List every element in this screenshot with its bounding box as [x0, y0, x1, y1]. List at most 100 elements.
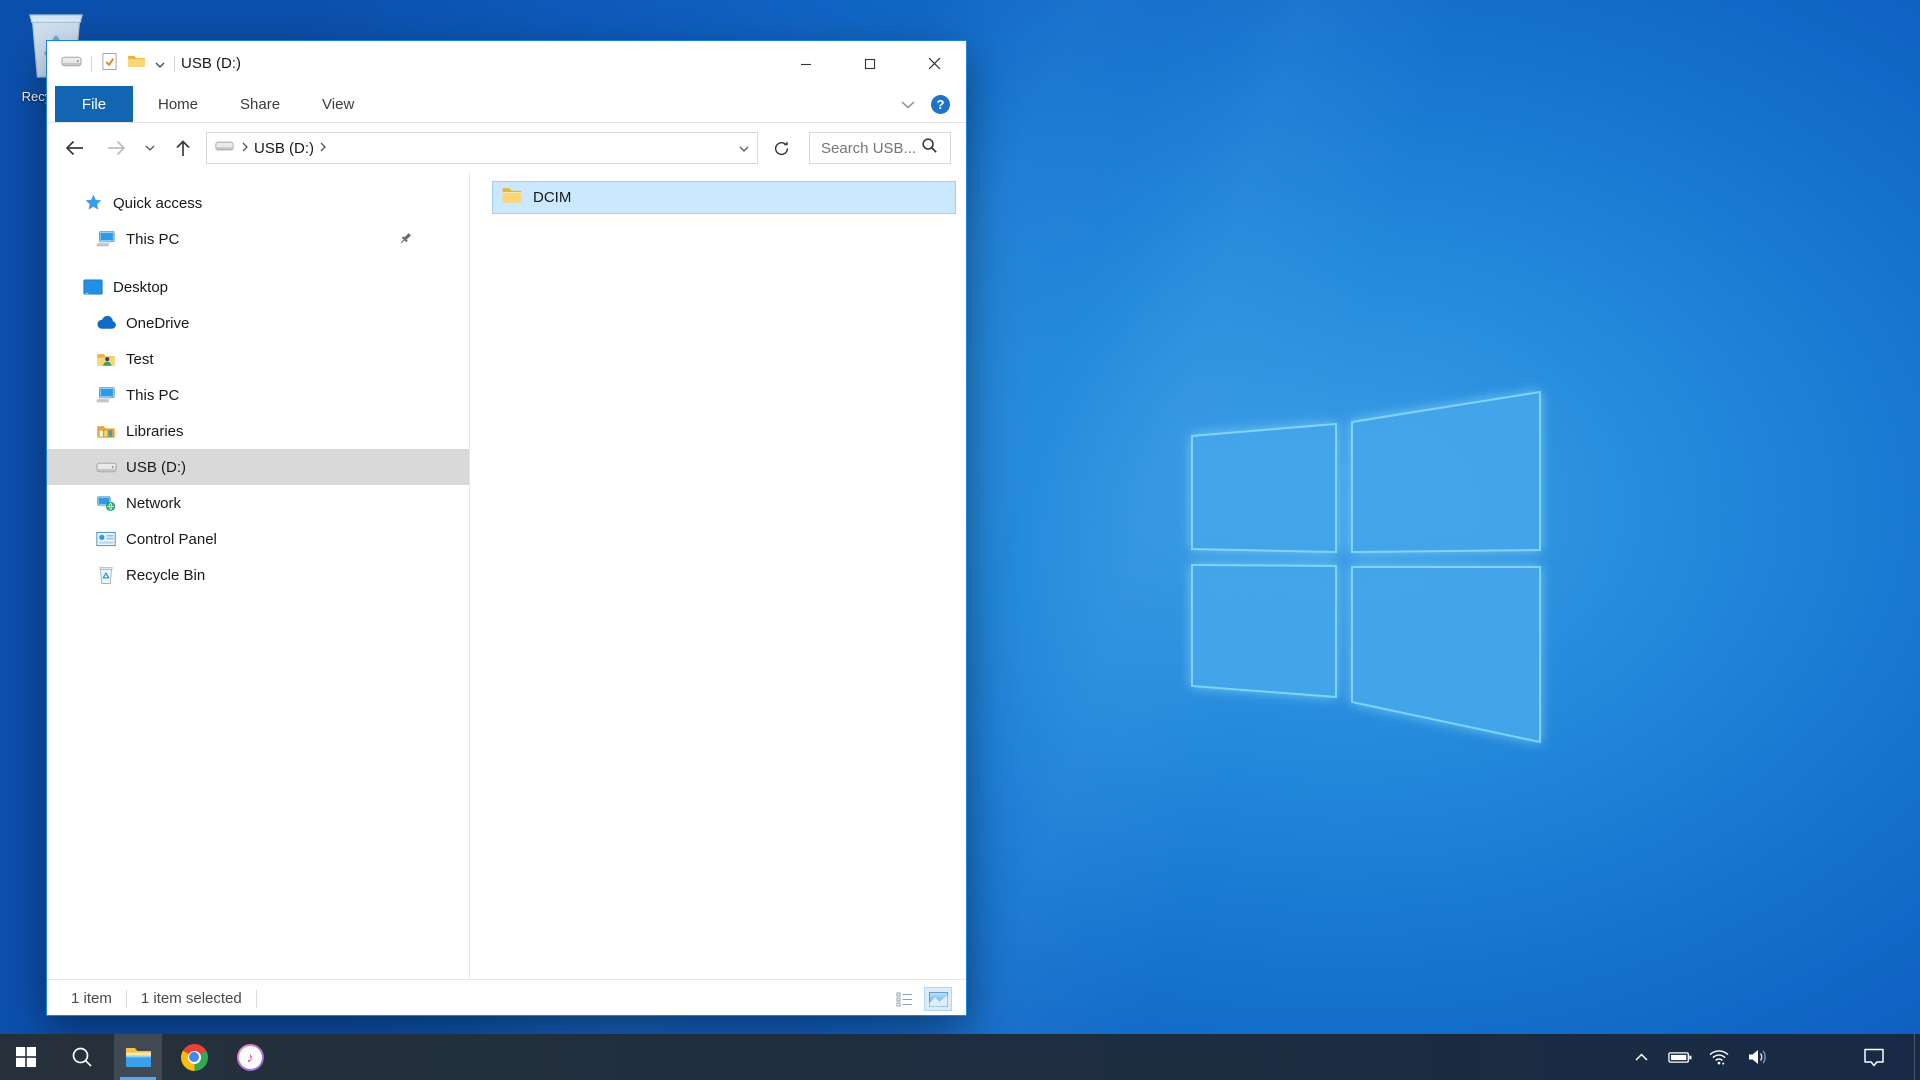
folder-icon — [501, 186, 523, 209]
tab-view[interactable]: View — [305, 86, 371, 122]
sidebar-item-this-pc-pinned[interactable]: This PC — [47, 221, 469, 257]
this-pc-icon — [94, 230, 118, 248]
sidebar-item-test-user-folder[interactable]: Test — [47, 341, 469, 377]
search-box[interactable] — [809, 132, 951, 164]
details-view-button[interactable] — [890, 987, 918, 1011]
close-button[interactable] — [902, 41, 966, 86]
maximize-button[interactable] — [838, 41, 902, 86]
forward-button[interactable] — [103, 139, 129, 157]
sidebar-item-recycle-bin[interactable]: Recycle Bin — [47, 557, 469, 593]
action-center-button[interactable] — [1852, 1034, 1896, 1080]
refresh-button[interactable] — [765, 132, 797, 164]
sidebar-item-label: Test — [126, 351, 154, 368]
file-item-dcim[interactable]: DCIM — [492, 181, 956, 214]
help-button[interactable]: ? — [931, 95, 950, 114]
taskbar-search-button[interactable] — [58, 1034, 106, 1080]
toolbar-separator — [174, 56, 175, 72]
volume-icon[interactable] — [1746, 1034, 1770, 1080]
sidebar-item-desktop[interactable]: Desktop — [47, 269, 469, 305]
sidebar-item-label: This PC — [126, 231, 179, 248]
status-divider — [256, 990, 257, 1008]
itunes-icon: ♪ — [237, 1044, 264, 1071]
usb-drive-icon — [215, 139, 234, 157]
sidebar-item-network[interactable]: Network — [47, 485, 469, 521]
sidebar-item-label: Desktop — [113, 279, 168, 296]
user-folder-icon — [94, 351, 118, 368]
sidebar-item-this-pc[interactable]: This PC — [47, 377, 469, 413]
navigation-bar: USB (D:) — [47, 123, 966, 173]
sidebar-item-label: Recycle Bin — [126, 567, 205, 584]
sidebar-item-usb-drive[interactable]: USB (D:) — [47, 449, 469, 485]
libraries-icon — [94, 423, 118, 440]
selection-count: 1 item selected — [141, 990, 242, 1007]
action-center-icon — [1863, 1048, 1885, 1067]
minimize-button[interactable] — [774, 41, 838, 86]
recent-locations-dropdown[interactable] — [141, 145, 159, 151]
recycle-bin-icon — [94, 566, 118, 585]
expand-ribbon-chevron-icon[interactable] — [901, 96, 915, 114]
status-bar: 1 item 1 item selected — [47, 979, 966, 1017]
sidebar-group-spacer — [47, 257, 469, 269]
title-bar[interactable]: USB (D:) — [47, 41, 966, 86]
sidebar-item-label: OneDrive — [126, 315, 189, 332]
file-explorer-icon — [125, 1046, 152, 1068]
breadcrumb-chevron-icon[interactable] — [242, 139, 248, 157]
desktop-icon — [81, 279, 105, 295]
chrome-icon — [181, 1044, 208, 1071]
search-input[interactable] — [819, 139, 919, 158]
hidden-icons-chevron[interactable] — [1629, 1034, 1653, 1080]
breadcrumb-segment-usb[interactable]: USB (D:) — [254, 140, 314, 157]
sidebar-item-control-panel[interactable]: Control Panel — [47, 521, 469, 557]
sidebar-item-onedrive[interactable]: OneDrive — [47, 305, 469, 341]
navigation-pane: Quick access This PC Desktop — [47, 173, 470, 979]
onedrive-cloud-icon — [94, 316, 118, 330]
ribbon-tab-bar: File Home Share View ? — [47, 86, 966, 123]
sidebar-item-label: This PC — [126, 387, 179, 404]
start-button[interactable] — [2, 1034, 50, 1080]
usb-drive-icon — [61, 55, 82, 73]
tab-share[interactable]: Share — [223, 86, 297, 122]
tab-file[interactable]: File — [55, 86, 133, 122]
status-divider — [126, 990, 127, 1008]
sidebar-item-label: Quick access — [113, 195, 202, 212]
large-icons-view-button[interactable] — [924, 987, 952, 1011]
window-title: USB (D:) — [181, 55, 241, 72]
pin-icon — [398, 231, 413, 251]
sidebar-item-label: Control Panel — [126, 531, 217, 548]
toolbar-separator — [91, 56, 92, 72]
sidebar-item-label: Network — [126, 495, 181, 512]
show-desktop-button[interactable] — [1914, 1034, 1920, 1080]
up-button[interactable] — [171, 139, 195, 158]
control-panel-icon — [94, 531, 118, 547]
taskbar-file-explorer-button[interactable] — [114, 1034, 162, 1080]
sidebar-item-label: USB (D:) — [126, 459, 186, 476]
windows-start-icon — [16, 1047, 36, 1067]
quick-access-star-icon — [81, 193, 105, 213]
new-folder-button[interactable] — [127, 53, 146, 74]
this-pc-icon — [94, 386, 118, 404]
file-item-label: DCIM — [533, 189, 571, 206]
tab-home[interactable]: Home — [141, 86, 215, 122]
sidebar-item-label: Libraries — [126, 423, 184, 440]
sidebar-item-libraries[interactable]: Libraries — [47, 413, 469, 449]
search-icon[interactable] — [921, 137, 938, 159]
address-bar[interactable]: USB (D:) — [206, 132, 758, 164]
taskbar-chrome-button[interactable] — [170, 1034, 218, 1080]
file-explorer-window: USB (D:) File Home Share View ? — [46, 40, 967, 1016]
search-icon — [71, 1046, 93, 1068]
customize-toolbar-dropdown[interactable] — [155, 55, 165, 73]
properties-button[interactable] — [101, 52, 118, 76]
taskbar-itunes-button[interactable]: ♪ — [226, 1034, 274, 1080]
back-button[interactable] — [61, 139, 87, 157]
usb-drive-icon — [94, 461, 118, 474]
sidebar-item-quick-access[interactable]: Quick access — [47, 185, 469, 221]
taskbar: ♪ — [0, 1034, 1920, 1080]
file-list-pane[interactable]: DCIM — [470, 173, 966, 979]
quick-access-toolbar — [61, 52, 175, 76]
battery-icon[interactable] — [1668, 1034, 1692, 1080]
wifi-icon[interactable] — [1707, 1034, 1731, 1080]
breadcrumb-chevron-icon[interactable] — [320, 139, 326, 157]
item-count: 1 item — [71, 990, 112, 1007]
network-icon — [94, 495, 118, 512]
address-history-dropdown[interactable] — [739, 139, 749, 157]
